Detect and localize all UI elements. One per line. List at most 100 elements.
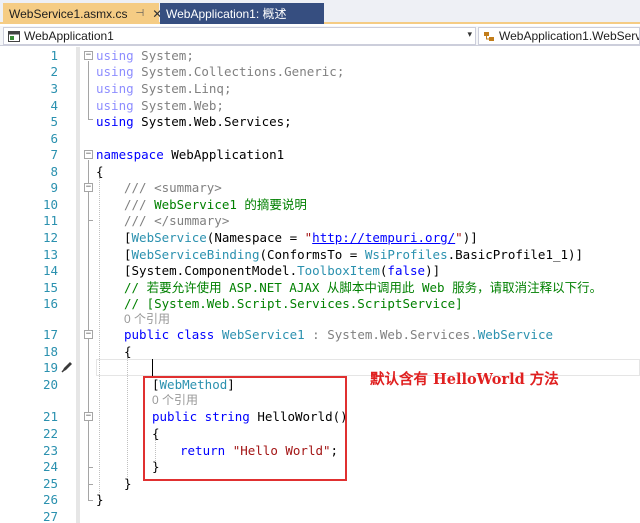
- line-number: 7: [50, 147, 58, 162]
- outline-end: [88, 484, 93, 485]
- line-number: 9: [50, 180, 58, 195]
- keyword: namespace: [96, 147, 164, 162]
- line-number: 27: [42, 509, 58, 523]
- navigation-bar: WebApplication1 ▾ WebApplication1.WebSer…: [0, 26, 640, 46]
- line-number: 13: [42, 247, 58, 262]
- type-name: WsiProfiles: [364, 247, 448, 262]
- reference-count-lens[interactable]: 0 个引用: [124, 312, 170, 327]
- code-line-11: /// </summary>: [124, 212, 229, 229]
- string: ": [455, 230, 463, 245]
- outline-line: [88, 61, 89, 119]
- class-dropdown[interactable]: WebApplication1.WebService1: [478, 27, 640, 45]
- collapse-icon[interactable]: −: [84, 412, 93, 421]
- code-text: [: [124, 247, 132, 262]
- tab-webservice1-asmx-cs[interactable]: WebService1.asmx.cs ⊣ ✕: [3, 3, 162, 24]
- keyword: using: [96, 114, 134, 129]
- text-caret: [152, 359, 153, 376]
- code-line-16: // [System.Web.Script.Services.ScriptSer…: [124, 296, 463, 311]
- keyword: using: [96, 64, 134, 79]
- keyword: public: [124, 327, 170, 342]
- collapse-icon[interactable]: −: [84, 183, 93, 192]
- keyword: using: [96, 48, 134, 63]
- type-name: WebServiceBinding: [131, 247, 260, 262]
- project-dropdown[interactable]: WebApplication1 ▾: [3, 27, 476, 45]
- line-number: 10: [42, 197, 58, 212]
- doc-comment: WebService1 的摘要说明: [154, 197, 307, 212]
- dropdown-arrow-icon[interactable]: ▾: [467, 29, 472, 40]
- code-text: System.Collections.Generic;: [133, 64, 345, 79]
- project-icon: [8, 30, 20, 42]
- highlight-box: [143, 376, 347, 481]
- tab-title: WebApplication1: 概述: [166, 7, 287, 21]
- type-name: ToolboxItem: [297, 263, 380, 278]
- document-tab-bar: WebService1.asmx.cs ⊣ ✕ WebApplication1:…: [0, 0, 640, 24]
- keyword: using: [96, 98, 134, 113]
- line-number: 2: [50, 64, 58, 79]
- code-line-15: // 若要允许使用 ASP.NET AJAX 从脚本中调用此 Web 服务，请取…: [124, 280, 603, 295]
- type-name: WebService1: [221, 327, 305, 342]
- line-number: 19: [42, 360, 58, 375]
- outline-end: [88, 500, 93, 501]
- line-number: 16: [42, 296, 58, 311]
- line-number: 4: [50, 98, 58, 113]
- line-number: 15: [42, 280, 58, 295]
- change-tracking-margin: [76, 47, 80, 523]
- code-text: : System.Web.Services.: [304, 327, 478, 342]
- code-text: System.Web.Services;: [133, 114, 292, 129]
- quick-action-pen-icon[interactable]: [60, 360, 74, 374]
- line-number: 25: [42, 476, 58, 491]
- code-text: WebApplication1: [163, 147, 285, 162]
- code-line-5: using System.Web.Services;: [96, 113, 292, 130]
- line-number: 20: [42, 377, 58, 392]
- collapse-icon[interactable]: −: [84, 51, 93, 60]
- line-number: 1: [50, 48, 58, 63]
- code-line-14: [System.ComponentModel.ToolboxItem(false…: [124, 262, 440, 279]
- line-number: 22: [42, 426, 58, 441]
- code-line-25: }: [124, 476, 132, 491]
- annotation-text: 默认含有 HelloWorld 方法: [370, 371, 559, 388]
- code-line-17: public class WebService1 : System.Web.Se…: [124, 326, 553, 343]
- line-number: 18: [42, 344, 58, 359]
- code-line-13: [WebServiceBinding(ConformsTo = WsiProfi…: [124, 246, 583, 263]
- code-line-10: /// WebService1 的摘要说明: [124, 196, 307, 213]
- code-text: System.Web;: [133, 98, 224, 113]
- line-number: 11: [42, 213, 58, 228]
- class-icon: [484, 31, 494, 41]
- code-text: [System.ComponentModel.: [124, 263, 298, 278]
- keyword: using: [96, 81, 134, 96]
- indent-guide: [99, 177, 100, 497]
- doc-comment-prefix: ///: [124, 197, 155, 212]
- doc-comment: /// </summary>: [124, 213, 230, 228]
- collapse-icon[interactable]: −: [84, 150, 93, 159]
- code-text: [: [124, 230, 132, 245]
- collapse-icon[interactable]: −: [84, 330, 93, 339]
- outline-end: [88, 467, 93, 468]
- code-line-9: /// <summary>: [124, 179, 222, 196]
- line-number: 8: [50, 164, 58, 179]
- outline-end: [88, 220, 93, 221]
- code-line-4: using System.Web;: [96, 97, 224, 114]
- keyword: class: [169, 327, 215, 342]
- line-number: 21: [42, 409, 58, 424]
- code-line-12: [WebService(Namespace = "http://tempuri.…: [124, 229, 478, 246]
- line-number: 6: [50, 131, 58, 146]
- code-line-18: {: [124, 344, 132, 359]
- line-number: 12: [42, 230, 58, 245]
- pin-icon[interactable]: ⊣: [135, 8, 144, 19]
- class-name: WebApplication1.WebService1: [499, 29, 640, 43]
- line-number: 23: [42, 443, 58, 458]
- outline-end: [88, 119, 93, 120]
- line-number: 26: [42, 492, 58, 507]
- tab-webapplication1-overview[interactable]: WebApplication1: 概述: [160, 3, 324, 24]
- tab-title: WebService1.asmx.cs: [9, 6, 128, 21]
- code-line-2: using System.Collections.Generic;: [96, 63, 344, 80]
- code-text: System.Linq;: [133, 81, 232, 96]
- doc-comment: /// <summary>: [124, 180, 222, 195]
- code-text: (ConformsTo =: [259, 247, 365, 262]
- url-link[interactable]: http://tempuri.org/: [312, 230, 455, 245]
- code-line-3: using System.Linq;: [96, 80, 231, 97]
- line-number: 24: [42, 459, 58, 474]
- project-name: WebApplication1: [24, 29, 114, 43]
- line-number: 17: [42, 327, 58, 342]
